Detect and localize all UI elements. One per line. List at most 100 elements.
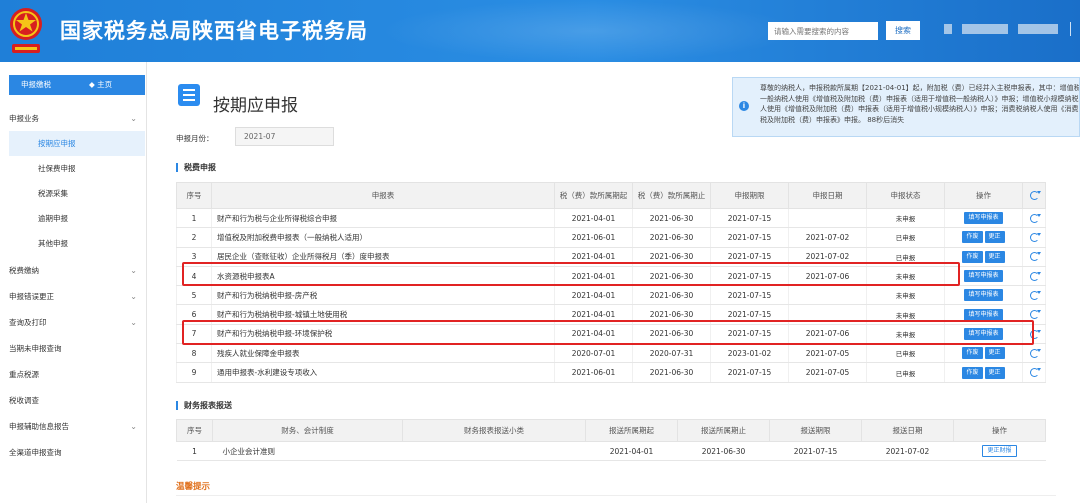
- cell-no: 9: [176, 362, 212, 383]
- financial-report-table: 序号 财务、会计制度 财务报表报送小类 报送所属期起 报送所属期止 报送期限 报送日期 操作 …: [176, 419, 1046, 461]
- cell-no: 5: [176, 285, 212, 306]
- cell-system: 小企业会计准则: [212, 441, 403, 461]
- cell-date: [788, 208, 867, 229]
- correct-button[interactable]: 更正: [984, 347, 1005, 360]
- fill-form-button[interactable]: 填写申报表: [964, 212, 1003, 225]
- sidebar-item[interactable]: 申报辅助信息报告 ⌄: [9, 414, 145, 439]
- refresh-icon[interactable]: [1029, 191, 1041, 200]
- column-header: 报送日期: [861, 419, 954, 442]
- refresh-icon[interactable]: [1029, 271, 1041, 281]
- main-content: 按期应申报 i 尊敬的纳税人，申报税款所属期【2021-04-01】起，附加税（…: [147, 62, 1080, 503]
- page-title: 按期应申报: [213, 96, 298, 116]
- home-link[interactable]: ◆ 主页: [89, 75, 112, 95]
- cell-name: 通用申报表-水利建设专项收入: [211, 362, 555, 383]
- correct-button[interactable]: 更正: [984, 231, 1005, 244]
- sidebar-item[interactable]: 税费缴纳 ⌄: [9, 258, 145, 283]
- sidebar-item[interactable]: 税源采集: [9, 181, 145, 206]
- cell-end: 2021-06-30: [677, 441, 770, 461]
- search-button[interactable]: 搜索: [886, 21, 920, 40]
- sidebar-item[interactable]: 全渠道申报查询: [9, 440, 145, 465]
- cell-name: 增值税及附加税费申报表（一般纳税人适用）: [211, 227, 555, 248]
- cell-category: [402, 441, 586, 461]
- cell-refresh: [1022, 208, 1046, 229]
- sidebar-item[interactable]: 查询及打印 ⌄: [9, 310, 145, 335]
- sidebar: 申报缴税 ◆ 主页 申报业务 ⌄ 按期应申报社保费申报税源采集逾期申报 其他申报 税费缴…: [0, 62, 147, 503]
- sidebar-item[interactable]: 申报错误更正 ⌄: [9, 284, 145, 309]
- correct-button[interactable]: 更正: [984, 366, 1005, 379]
- tips-divider: [176, 495, 1056, 496]
- cell-status: 已申报: [866, 362, 945, 383]
- cell-start: 2021-04-01: [554, 208, 633, 229]
- refresh-icon[interactable]: [1029, 233, 1041, 243]
- sidebar-item-label: 当期未申报查询: [9, 344, 62, 353]
- cell-deadline: 2023-01-02: [710, 343, 789, 364]
- sidebar-item-label: 按期应申报: [38, 139, 76, 148]
- sidebar-item[interactable]: 申报业务 ⌄: [9, 106, 145, 131]
- sidebar-item[interactable]: 当期未申报查询: [9, 336, 145, 361]
- refresh-icon[interactable]: [1029, 310, 1041, 320]
- cell-date: 2021-07-02: [861, 441, 954, 461]
- table-row: 1 小企业会计准则 2021-04-01 2021-06-30 2021-07-15 20…: [176, 441, 1046, 461]
- cell-actions: 更正财报: [953, 441, 1046, 461]
- cell-deadline: 2021-07-15: [769, 441, 862, 461]
- chevron-down-icon: ⌄: [130, 266, 137, 275]
- cell-end: 2021-06-30: [632, 208, 711, 229]
- form-icon: [178, 84, 200, 106]
- refresh-icon[interactable]: [1029, 368, 1041, 378]
- sidebar-item[interactable]: 重点税源: [9, 362, 145, 387]
- highlight-box-row-4: [182, 262, 960, 286]
- sidebar-item-label: 税收调查: [9, 396, 39, 405]
- sidebar-item[interactable]: 按期应申报: [9, 131, 145, 156]
- cell-name: 财产和行为税与企业所得税综合申报: [211, 208, 555, 229]
- sidebar-item-label: 税源采集: [38, 189, 68, 198]
- sidebar-item-label: 申报辅助信息报告: [9, 422, 69, 431]
- sidebar-item[interactable]: 其他申报: [9, 231, 145, 256]
- cell-actions: 填写申报表: [944, 285, 1023, 306]
- cell-refresh: [1022, 227, 1046, 248]
- table-row: 8 残疾人就业保障金申报表 2020-07-01 2020-07-31 2023-01-…: [176, 343, 1046, 364]
- cell-status: 未申报: [866, 285, 945, 306]
- cell-date: [788, 285, 867, 306]
- cell-deadline: 2021-07-15: [710, 285, 789, 306]
- void-button[interactable]: 作废: [962, 231, 983, 244]
- cell-date: 2021-07-02: [788, 227, 867, 248]
- chevron-down-icon: ⌄: [130, 114, 137, 123]
- sidebar-item[interactable]: 税收调查: [9, 388, 145, 413]
- sidebar-item-label: 重点税源: [9, 370, 39, 379]
- refresh-icon[interactable]: [1029, 213, 1041, 223]
- search-input[interactable]: [768, 22, 878, 40]
- refresh-icon[interactable]: [1029, 348, 1041, 358]
- sidebar-item[interactable]: 社保费申报: [9, 156, 145, 181]
- table-row: 9 通用申报表-水利建设专项收入 2021-06-01 2021-06-30 2021-…: [176, 362, 1046, 383]
- user-info-redacted: [962, 24, 1008, 34]
- column-header: 报送所属期止: [677, 419, 770, 442]
- period-field[interactable]: 2021-07: [235, 127, 334, 146]
- cell-refresh: [1022, 285, 1046, 306]
- column-header: 序号: [176, 419, 213, 442]
- column-header: 操作: [953, 419, 1046, 442]
- cell-no: 8: [176, 343, 212, 364]
- void-button[interactable]: 作废: [962, 347, 983, 360]
- fill-form-button[interactable]: 填写申报表: [964, 270, 1003, 283]
- refresh-icon[interactable]: [1029, 252, 1041, 262]
- national-emblem-icon: [10, 8, 42, 53]
- correct-financial-report-button[interactable]: 更正财报: [982, 445, 1017, 457]
- sidebar-item[interactable]: 逾期申报: [9, 206, 145, 231]
- sidebar-header: 申报缴税 ◆ 主页: [9, 75, 145, 95]
- cell-no: 2: [176, 227, 212, 248]
- fill-form-button[interactable]: 填写申报表: [964, 308, 1003, 321]
- cell-start: 2021-06-01: [554, 227, 633, 248]
- correct-button[interactable]: 更正: [984, 250, 1005, 263]
- cell-deadline: 2021-07-15: [710, 208, 789, 229]
- refresh-icon[interactable]: [1029, 291, 1041, 301]
- void-button[interactable]: 作废: [962, 250, 983, 263]
- cell-date: 2021-07-05: [788, 343, 867, 364]
- column-header: 操作: [944, 182, 1023, 209]
- column-header: 财务报表报送小类: [402, 419, 586, 442]
- fill-form-button[interactable]: 填写申报表: [964, 289, 1003, 302]
- column-header: 申报状态: [866, 182, 945, 209]
- refresh-column-header: [1022, 182, 1046, 209]
- cell-actions: 填写申报表: [944, 208, 1023, 229]
- void-button[interactable]: 作废: [962, 366, 983, 379]
- column-header: 序号: [176, 182, 212, 209]
